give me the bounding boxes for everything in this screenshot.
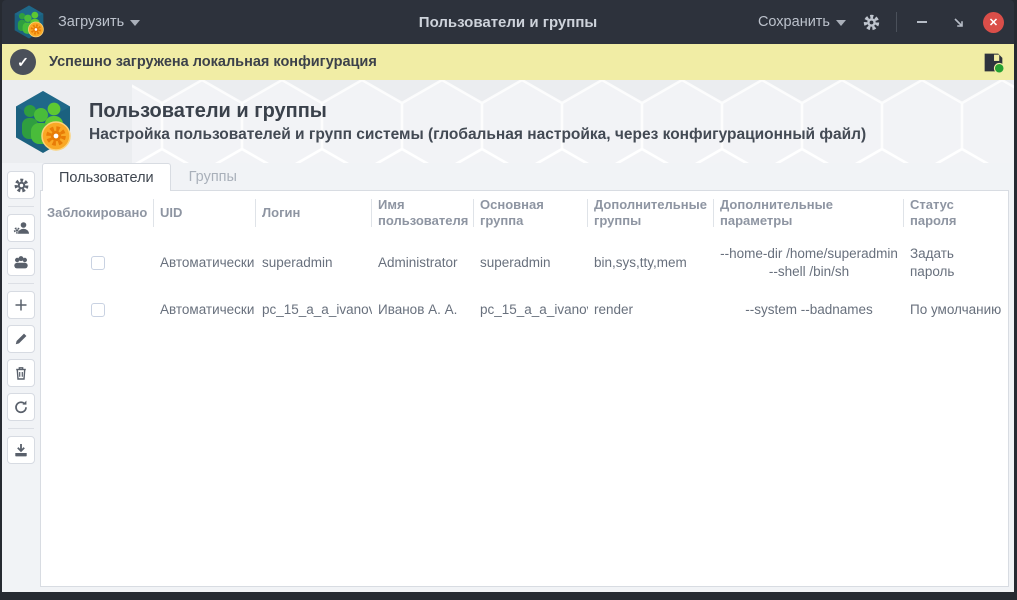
column-header[interactable]: Логин: [256, 191, 372, 235]
additional-params-cell: --system --badnames: [714, 289, 904, 329]
main-area: ПользователиГруппы ЗаблокированоUIDЛогин…: [2, 163, 1014, 592]
close-button[interactable]: ✕: [983, 12, 1004, 33]
notification-message: Успешно загружена локальная конфигурация: [49, 54, 377, 70]
user-name-cell: Иванов А. А.: [372, 289, 474, 329]
column-header[interactable]: Дополнительные параметры: [714, 191, 904, 235]
column-header[interactable]: UID: [154, 191, 256, 235]
gear-icon: [862, 13, 881, 32]
save-config-button[interactable]: [981, 50, 1006, 75]
table-row[interactable]: АвтоматическиsuperadminAdministratorsupe…: [41, 235, 1008, 289]
load-button-label: Загрузить: [58, 14, 124, 30]
column-header[interactable]: Имя пользователя: [372, 191, 474, 235]
additional-params-cell: --home-dir /home/superadmin --shell /bin…: [714, 235, 904, 289]
additional-groups-cell: render: [588, 289, 714, 329]
primary-group-cell: pc_15_a_a_ivanov: [474, 289, 588, 329]
restore-button[interactable]: [947, 11, 969, 33]
titlebar: Загрузить Пользователи и группы Сохранит…: [2, 0, 1014, 44]
page-title: Пользователи и группы: [89, 99, 866, 124]
blocked-cell: [41, 235, 154, 289]
dropdown-caret-icon: [130, 20, 140, 26]
settings-button[interactable]: [7, 171, 35, 199]
tab-users[interactable]: Пользователи: [42, 163, 171, 191]
app-window: Загрузить Пользователи и группы Сохранит…: [2, 0, 1014, 592]
blocked-checkbox[interactable]: [91, 303, 105, 317]
uid-cell: Автоматически: [154, 235, 256, 289]
minimize-button[interactable]: [911, 11, 933, 33]
login-cell: superadmin: [256, 235, 372, 289]
sidebar-separator: [8, 206, 34, 207]
gear-icon: [13, 177, 30, 194]
trash-icon: [13, 365, 29, 381]
notification-bar: ✓ Успешно загружена локальная конфигурац…: [2, 44, 1014, 80]
column-header[interactable]: Основная группа: [474, 191, 588, 235]
titlebar-separator: [896, 12, 897, 32]
sidebar-separator: [8, 283, 34, 284]
minimize-icon: [917, 21, 927, 23]
users-group-icon: [13, 254, 29, 270]
column-header[interactable]: Заблокировано: [41, 191, 154, 235]
password-status-cell: Задать пароль: [904, 235, 1008, 289]
settings-gear-button[interactable]: [860, 11, 882, 33]
user-gear-icon: [13, 220, 29, 236]
pencil-icon: [13, 331, 29, 347]
dropdown-caret-icon: [836, 20, 846, 26]
page-header: Пользователи и группы Настройка пользова…: [2, 80, 1014, 163]
toolbar-sidebar: [2, 163, 40, 587]
tab-groups[interactable]: Группы: [173, 163, 253, 191]
groups-button[interactable]: [7, 248, 35, 276]
success-check-icon: ✓: [10, 49, 36, 75]
plus-icon: [13, 297, 29, 313]
refresh-icon: [13, 399, 29, 415]
uid-cell: Автоматически: [154, 289, 256, 329]
column-header[interactable]: Дополнительные группы: [588, 191, 714, 235]
download-icon: [13, 442, 29, 458]
table-header-row: ЗаблокированоUIDЛогинИмя пользователяОсн…: [41, 191, 1008, 235]
column-header[interactable]: Статус пароля: [904, 191, 1008, 235]
refresh-button[interactable]: [7, 393, 35, 421]
app-logo-icon: [12, 5, 46, 39]
primary-group-cell: superadmin: [474, 235, 588, 289]
delete-button[interactable]: [7, 359, 35, 387]
tab-bar: ПользователиГруппы: [40, 163, 1009, 191]
sidebar-separator: [8, 428, 34, 429]
page-subtitle: Настройка пользователей и групп системы …: [89, 126, 866, 144]
edit-button[interactable]: [7, 325, 35, 353]
table-body: АвтоматическиsuperadminAdministratorsupe…: [41, 235, 1008, 329]
close-icon: ✕: [989, 16, 998, 29]
additional-groups-cell: bin,sys,tty,mem: [588, 235, 714, 289]
save-button-label: Сохранить: [758, 14, 830, 30]
user-name-cell: Administrator: [372, 235, 474, 289]
save-dropdown-button[interactable]: Сохранить: [758, 14, 846, 30]
save-floppy-icon: [981, 50, 1006, 75]
login-cell: pc_15_a_a_ivanov: [256, 289, 372, 329]
add-button[interactable]: [7, 291, 35, 319]
page-header-icon: [11, 89, 75, 155]
load-dropdown-button[interactable]: Загрузить: [58, 14, 140, 30]
blocked-cell: [41, 289, 154, 329]
export-button[interactable]: [7, 436, 35, 464]
user-settings-button[interactable]: [7, 214, 35, 242]
content-area: ПользователиГруппы ЗаблокированоUIDЛогин…: [40, 163, 1009, 587]
users-table-panel: ЗаблокированоUIDЛогинИмя пользователяОсн…: [40, 191, 1009, 587]
restore-icon: [952, 16, 965, 29]
password-status-cell: По умолчанию: [904, 289, 1008, 329]
table-row[interactable]: Автоматическиpc_15_a_a_ivanovИванов А. А…: [41, 289, 1008, 329]
blocked-checkbox[interactable]: [91, 256, 105, 270]
